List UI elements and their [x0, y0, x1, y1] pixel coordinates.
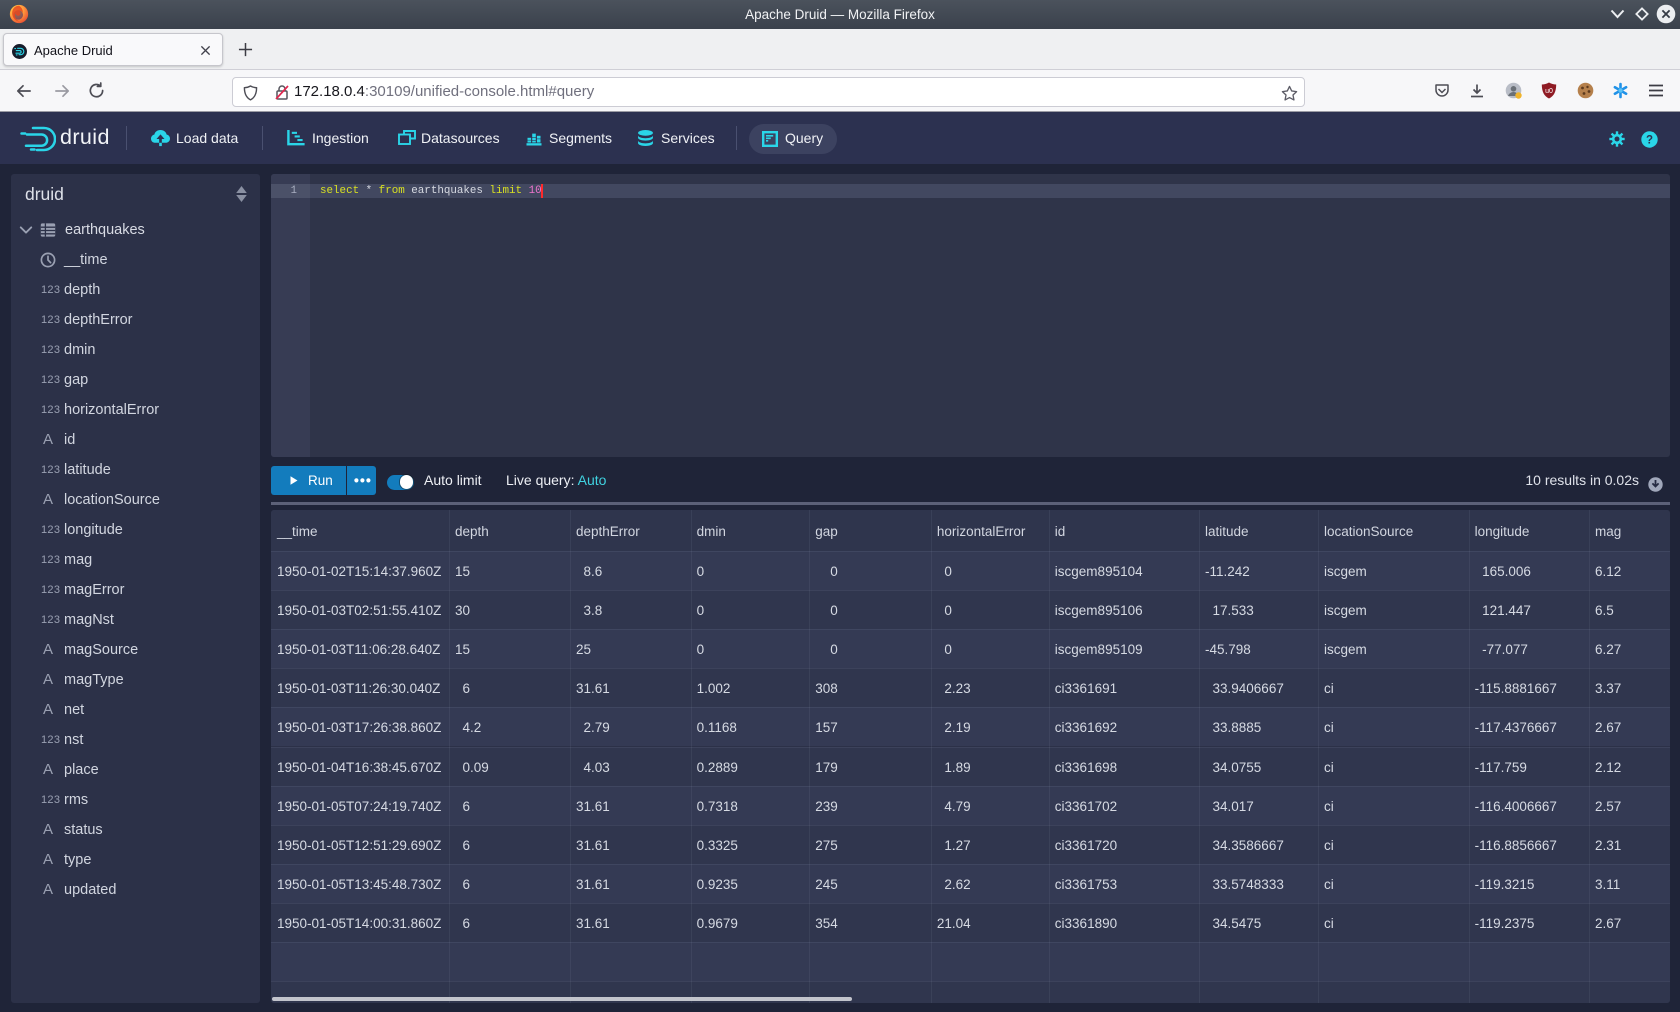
- svg-text:u0: u0: [1545, 88, 1553, 95]
- svg-text:?: ?: [1646, 135, 1653, 147]
